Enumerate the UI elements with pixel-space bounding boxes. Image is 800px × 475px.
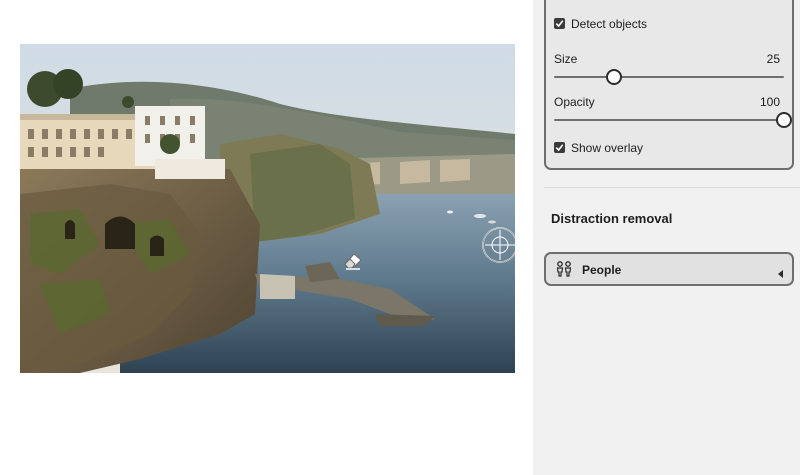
eraser-icon — [342, 250, 364, 270]
detect-objects-label: Detect objects — [571, 17, 648, 31]
options-card: Detect objects Size 25 Opacity 100 Show … — [544, 0, 794, 170]
checkmark-icon — [555, 20, 564, 28]
chevron-left-icon — [778, 265, 784, 283]
size-label: Size — [554, 52, 578, 66]
opacity-value: 100 — [759, 95, 780, 109]
show-overlay-row[interactable]: Show overlay — [554, 141, 780, 155]
canvas-area[interactable] — [0, 0, 533, 475]
detect-objects-row[interactable]: Detect objects — [554, 17, 780, 31]
people-button-label: People — [582, 263, 622, 277]
opacity-label: Opacity — [554, 95, 595, 109]
photo-canvas[interactable] — [20, 44, 515, 373]
size-slider-thumb[interactable] — [606, 69, 622, 85]
size-slider[interactable] — [554, 69, 784, 85]
show-overlay-label: Show overlay — [571, 141, 644, 155]
right-panel: Detect objects Size 25 Opacity 100 Show … — [533, 0, 800, 475]
checkmark-icon — [555, 144, 564, 152]
opacity-row: Opacity 100 — [554, 95, 780, 109]
detect-objects-checkbox[interactable] — [554, 18, 565, 29]
people-button[interactable]: People — [544, 252, 794, 286]
people-icon — [555, 261, 573, 282]
size-value: 25 — [766, 52, 780, 66]
show-overlay-checkbox[interactable] — [554, 142, 565, 153]
opacity-slider[interactable] — [554, 112, 792, 128]
size-row: Size 25 — [554, 52, 780, 66]
coastal-photo — [20, 44, 515, 373]
divider — [544, 187, 800, 188]
brush-cursor-icon — [480, 225, 515, 265]
opacity-slider-thumb[interactable] — [776, 112, 792, 128]
section-title: Distraction removal — [551, 211, 673, 226]
